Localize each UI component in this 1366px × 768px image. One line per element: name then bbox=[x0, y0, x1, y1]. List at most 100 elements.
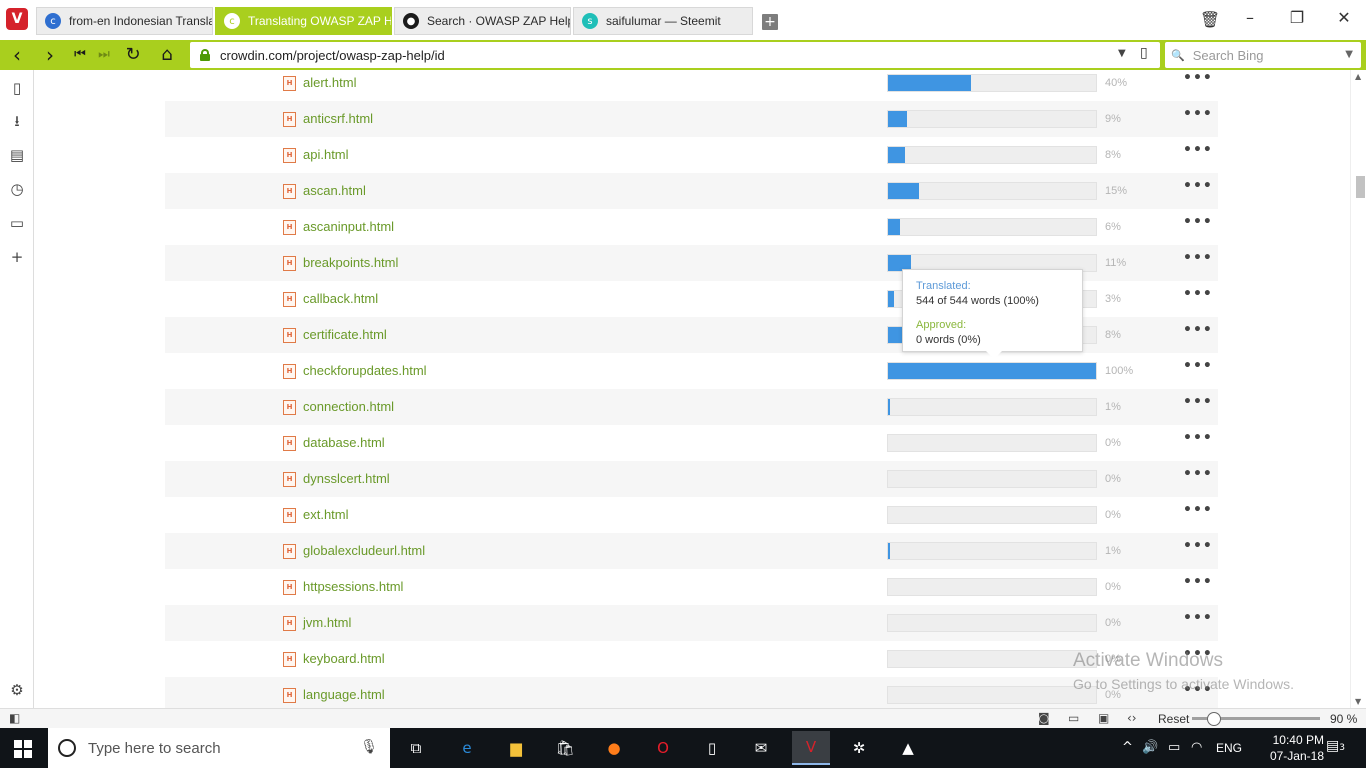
more-options-button[interactable]: ••• bbox=[1183, 610, 1213, 626]
vertical-scrollbar[interactable]: ▲ ▼ bbox=[1350, 70, 1366, 708]
minimize-icon[interactable]: – bbox=[1238, 8, 1262, 27]
clock[interactable]: 10:40 PM 07-Jan-18 bbox=[1268, 732, 1324, 764]
image-icon[interactable]: ▣ bbox=[1098, 711, 1109, 725]
new-tab-button[interactable]: + bbox=[762, 14, 778, 30]
tiling-icon[interactable]: ▭ bbox=[1068, 711, 1079, 725]
progress-bar[interactable] bbox=[887, 506, 1097, 524]
progress-bar[interactable] bbox=[887, 578, 1097, 596]
more-options-button[interactable]: ••• bbox=[1183, 394, 1213, 410]
tab-crowdin-indonesian[interactable]: c from-en Indonesian Translat bbox=[36, 7, 213, 35]
progress-bar[interactable] bbox=[887, 218, 1097, 236]
fast-forward-icon[interactable]: ⏭ bbox=[92, 43, 116, 67]
mail-icon[interactable]: ✉ bbox=[747, 734, 775, 762]
chevron-down-icon[interactable]: ▼ bbox=[1345, 49, 1353, 60]
file-name-link[interactable]: language.html bbox=[303, 687, 385, 702]
chevron-down-icon[interactable]: ▼ bbox=[1118, 48, 1126, 59]
progress-bar[interactable] bbox=[887, 686, 1097, 704]
more-options-button[interactable]: ••• bbox=[1183, 358, 1213, 374]
home-icon[interactable]: ⌂ bbox=[155, 43, 179, 67]
more-options-button[interactable]: ••• bbox=[1183, 214, 1213, 230]
firefox-icon[interactable]: ● bbox=[600, 734, 628, 762]
notes-icon[interactable]: ▤ bbox=[7, 145, 27, 165]
wifi-icon[interactable]: ◠ bbox=[1191, 740, 1202, 755]
progress-bar[interactable] bbox=[887, 650, 1097, 668]
vivaldi-menu-icon[interactable]: V bbox=[6, 8, 28, 30]
settings-gear-icon[interactable]: ⚙ bbox=[7, 680, 27, 700]
maximize-icon[interactable]: ❐ bbox=[1285, 8, 1309, 27]
file-name-link[interactable]: httpsessions.html bbox=[303, 579, 403, 594]
photos-icon[interactable]: ▲ bbox=[894, 734, 922, 762]
progress-bar[interactable] bbox=[887, 74, 1097, 92]
history-icon[interactable]: ◷ bbox=[7, 179, 27, 199]
battery-icon[interactable]: ▭ bbox=[1168, 740, 1180, 755]
scroll-thumb[interactable] bbox=[1356, 176, 1365, 198]
file-name-link[interactable]: alert.html bbox=[303, 75, 356, 90]
more-options-button[interactable]: ••• bbox=[1183, 466, 1213, 482]
more-options-button[interactable]: ••• bbox=[1183, 250, 1213, 266]
camera-icon[interactable]: ◙ bbox=[1038, 711, 1050, 725]
vivaldi-taskbar-icon[interactable]: V bbox=[792, 731, 830, 765]
volume-icon[interactable]: 🔊 bbox=[1142, 740, 1158, 755]
reload-icon[interactable]: ↻ bbox=[121, 43, 145, 67]
microphone-icon[interactable]: 🎙 bbox=[360, 739, 378, 755]
more-options-button[interactable]: ••• bbox=[1183, 142, 1213, 158]
file-name-link[interactable]: anticsrf.html bbox=[303, 111, 373, 126]
progress-bar[interactable] bbox=[887, 434, 1097, 452]
taskbar-search-input[interactable]: Type here to search 🎙 bbox=[48, 728, 390, 768]
zoom-slider-knob[interactable] bbox=[1207, 712, 1221, 726]
more-options-button[interactable]: ••• bbox=[1183, 178, 1213, 194]
tab-translating-owasp[interactable]: c Translating OWASP ZAP Help bbox=[215, 7, 392, 35]
file-name-link[interactable]: database.html bbox=[303, 435, 385, 450]
tab-steemit[interactable]: s saifulumar — Steemit bbox=[573, 7, 753, 35]
scroll-down-icon[interactable]: ▼ bbox=[1355, 697, 1361, 706]
app-icon[interactable]: ✲ bbox=[845, 734, 873, 762]
search-input[interactable]: 🔍 Search Bing ▼ bbox=[1165, 42, 1361, 68]
notifications-icon[interactable]: ▤3 bbox=[1326, 738, 1345, 754]
panel-toggle-icon[interactable]: ◧ bbox=[9, 711, 20, 725]
task-view-icon[interactable]: ⧉ bbox=[402, 734, 430, 762]
more-options-button[interactable]: ••• bbox=[1183, 106, 1213, 122]
trash-icon[interactable]: 🗑 bbox=[1198, 10, 1222, 29]
more-options-button[interactable]: ••• bbox=[1183, 70, 1213, 86]
file-name-link[interactable]: callback.html bbox=[303, 291, 378, 306]
progress-bar[interactable] bbox=[887, 362, 1097, 380]
close-icon[interactable]: ✕ bbox=[1332, 8, 1356, 27]
store-icon[interactable]: 🛍 bbox=[551, 734, 579, 762]
opera-icon[interactable]: O bbox=[649, 734, 677, 762]
window-panel-icon[interactable]: ▭ bbox=[7, 213, 27, 233]
file-name-link[interactable]: checkforupdates.html bbox=[303, 363, 427, 378]
forward-icon[interactable]: › bbox=[38, 43, 62, 67]
file-name-link[interactable]: ext.html bbox=[303, 507, 349, 522]
file-name-link[interactable]: connection.html bbox=[303, 399, 394, 414]
code-icon[interactable]: ‹› bbox=[1127, 711, 1137, 725]
back-icon[interactable]: ‹ bbox=[5, 43, 29, 67]
downloads-icon[interactable]: ⭳ bbox=[7, 111, 27, 131]
file-name-link[interactable]: breakpoints.html bbox=[303, 255, 398, 270]
zoom-reset-button[interactable]: Reset bbox=[1158, 712, 1189, 726]
more-options-button[interactable]: ••• bbox=[1183, 430, 1213, 446]
progress-bar[interactable] bbox=[887, 182, 1097, 200]
progress-bar[interactable] bbox=[887, 470, 1097, 488]
progress-bar[interactable] bbox=[887, 398, 1097, 416]
file-name-link[interactable]: certificate.html bbox=[303, 327, 387, 342]
add-panel-icon[interactable]: + bbox=[7, 247, 27, 267]
progress-bar[interactable] bbox=[887, 146, 1097, 164]
url-field[interactable]: crowdin.com/project/owasp-zap-help/id bbox=[190, 42, 1160, 68]
file-name-link[interactable]: dynsslcert.html bbox=[303, 471, 390, 486]
language-indicator[interactable]: ENG bbox=[1216, 741, 1242, 755]
file-name-link[interactable]: jvm.html bbox=[303, 615, 351, 630]
notepad-icon[interactable]: ▯ bbox=[698, 734, 726, 762]
windows-start-icon[interactable] bbox=[14, 740, 32, 758]
rewind-icon[interactable]: ⏮ bbox=[68, 43, 92, 67]
file-name-link[interactable]: ascan.html bbox=[303, 183, 366, 198]
scroll-up-icon[interactable]: ▲ bbox=[1355, 72, 1361, 81]
edge-icon[interactable]: e bbox=[453, 734, 481, 762]
more-options-button[interactable]: ••• bbox=[1183, 502, 1213, 518]
progress-bar[interactable] bbox=[887, 110, 1097, 128]
more-options-button[interactable]: ••• bbox=[1183, 286, 1213, 302]
more-options-button[interactable]: ••• bbox=[1183, 538, 1213, 554]
file-name-link[interactable]: api.html bbox=[303, 147, 349, 162]
tab-github-search[interactable]: ● Search · OWASP ZAP Help · C bbox=[394, 7, 571, 35]
more-options-button[interactable]: ••• bbox=[1183, 322, 1213, 338]
bookmark-icon[interactable]: ▯ bbox=[1140, 45, 1148, 61]
